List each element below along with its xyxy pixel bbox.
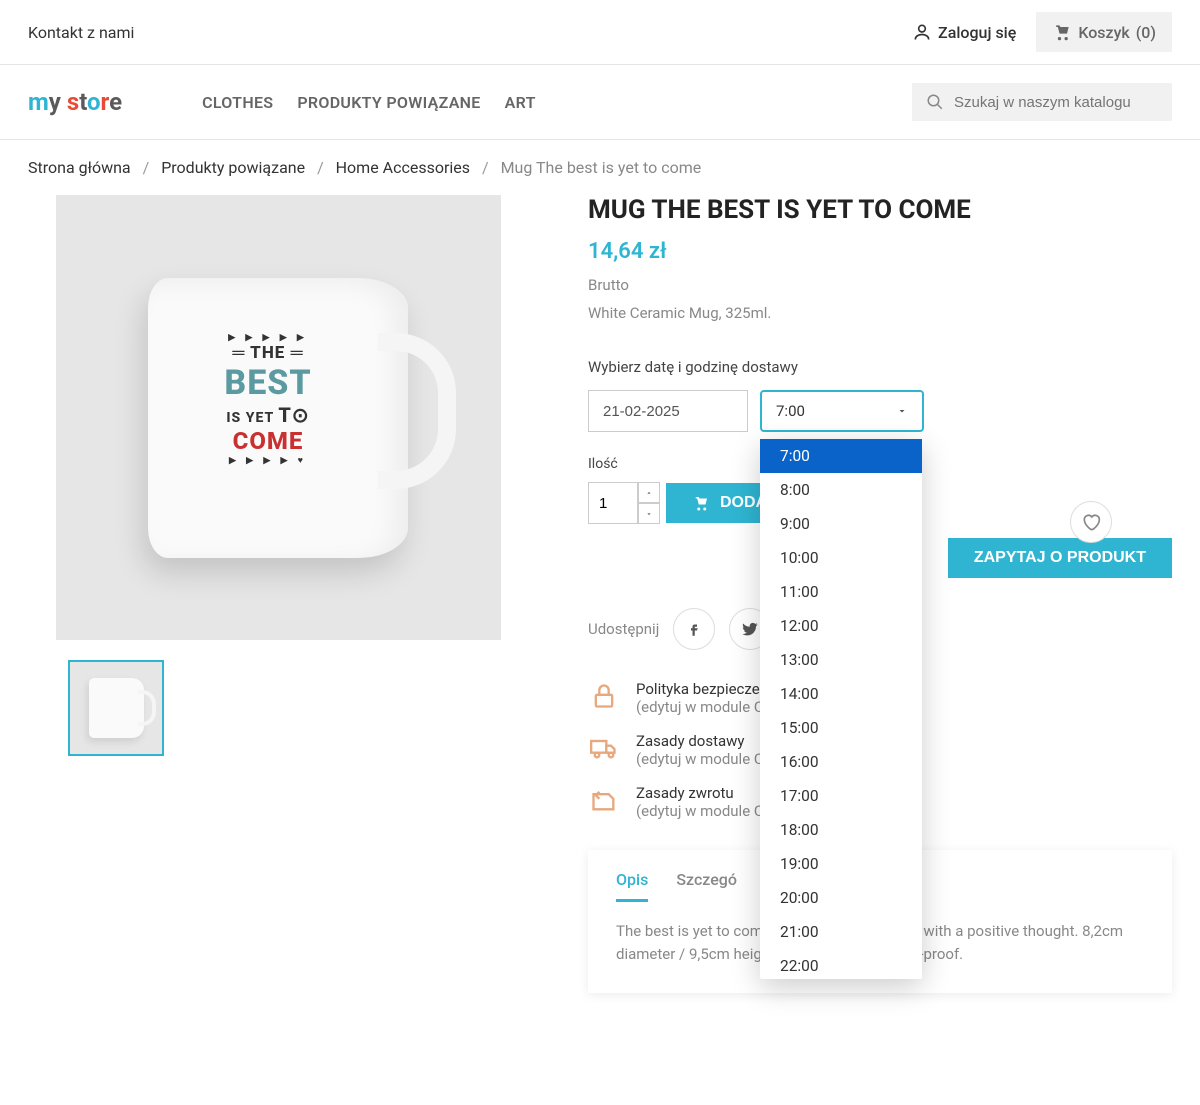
time-dropdown: 7:00 8:00 9:00 10:00 11:00 12:00 13:00 1… [760,439,922,979]
heart-icon [1081,512,1101,532]
cart-link[interactable]: Koszyk (0) [1036,12,1172,52]
cart-icon [692,494,710,512]
share-label: Udostępnij [588,620,659,638]
date-input[interactable] [588,390,748,432]
main-nav: CLOTHES PRODUKTY POWIĄZANE ART [202,93,912,112]
lock-icon [590,682,618,710]
time-option[interactable]: 21:00 [760,915,922,949]
qty-up-button[interactable] [638,482,660,503]
nav-art[interactable]: ART [505,93,536,112]
chevron-down-icon [645,510,653,518]
time-option[interactable]: 15:00 [760,711,922,745]
breadcrumb-related[interactable]: Produkty powiązane [161,158,305,177]
breadcrumb-home[interactable]: Strona główna [28,158,131,177]
search-box[interactable] [912,83,1172,121]
share-facebook[interactable] [673,608,715,650]
time-option[interactable]: 22:00 [760,949,922,983]
time-option[interactable]: 18:00 [760,813,922,847]
nav-clothes[interactable]: CLOTHES [202,93,273,112]
ask-product-button[interactable]: ZAPYTAJ O PRODUKT [948,538,1172,578]
time-option[interactable]: 14:00 [760,677,922,711]
chevron-down-icon [896,405,908,417]
tab-description[interactable]: Opis [616,870,648,902]
login-link[interactable]: Zaloguj się [912,22,1016,42]
reassurance-sub: (edytuj w module C [636,750,764,768]
time-option[interactable]: 9:00 [760,507,922,541]
reassurance-sub: (edytuj w module C [636,802,764,820]
time-select-value: 7:00 [776,402,805,420]
delivery-label: Wybierz datę i godzinę dostawy [588,358,1172,376]
cart-count: (0) [1136,23,1156,42]
login-label: Zaloguj się [938,23,1016,42]
reassurance-title: Polityka bezpiecze [636,680,764,698]
tab-details[interactable]: Szczegó [676,870,737,902]
time-option[interactable]: 16:00 [760,745,922,779]
time-option[interactable]: 11:00 [760,575,922,609]
time-option[interactable]: 8:00 [760,473,922,507]
facebook-icon [685,620,703,638]
return-icon [590,786,618,814]
time-select[interactable]: 7:00 [760,390,924,432]
reassurance-title: Zasady zwrotu [636,784,764,802]
cart-icon [1052,22,1072,42]
product-thumbnail[interactable] [68,660,164,756]
tax-label: Brutto [588,276,1172,294]
time-option[interactable]: 13:00 [760,643,922,677]
cart-label: Koszyk [1078,23,1129,42]
search-input[interactable] [954,94,1158,111]
product-price: 14,64 zł [588,239,1172,264]
breadcrumb: Strona główna / Produkty powiązane / Hom… [0,140,1200,195]
qty-down-button[interactable] [638,503,660,524]
chevron-up-icon [645,489,653,497]
product-description: White Ceramic Mug, 325ml. [588,304,1172,322]
nav-related[interactable]: PRODUKTY POWIĄZANE [297,93,480,112]
search-icon [926,93,944,111]
reassurance-title: Zasady dostawy [636,732,764,750]
person-icon [912,22,932,42]
breadcrumb-accessories[interactable]: Home Accessories [336,158,470,177]
twitter-icon [741,620,759,638]
product-image[interactable]: ▶ ▶ ▶ ▶ ▶ ═ THE ═ BEST IS YET T⊙ COME ▶ … [56,195,501,640]
mug-illustration: ▶ ▶ ▶ ▶ ▶ ═ THE ═ BEST IS YET T⊙ COME ▶ … [148,278,408,558]
time-option[interactable]: 19:00 [760,847,922,881]
store-logo[interactable]: my store [28,88,122,116]
product-title: MUG THE BEST IS YET TO COME [588,195,1172,225]
time-option[interactable]: 17:00 [760,779,922,813]
time-option[interactable]: 7:00 [760,439,922,473]
reassurance-sub: (edytuj w module C [636,698,764,716]
time-option[interactable]: 20:00 [760,881,922,915]
breadcrumb-current: Mug The best is yet to come [501,158,702,177]
qty-input[interactable] [588,482,638,524]
contact-link[interactable]: Kontakt z nami [28,23,134,42]
truck-icon [590,734,618,762]
time-option[interactable]: 12:00 [760,609,922,643]
wishlist-button[interactable] [1070,501,1112,543]
time-option[interactable]: 10:00 [760,541,922,575]
